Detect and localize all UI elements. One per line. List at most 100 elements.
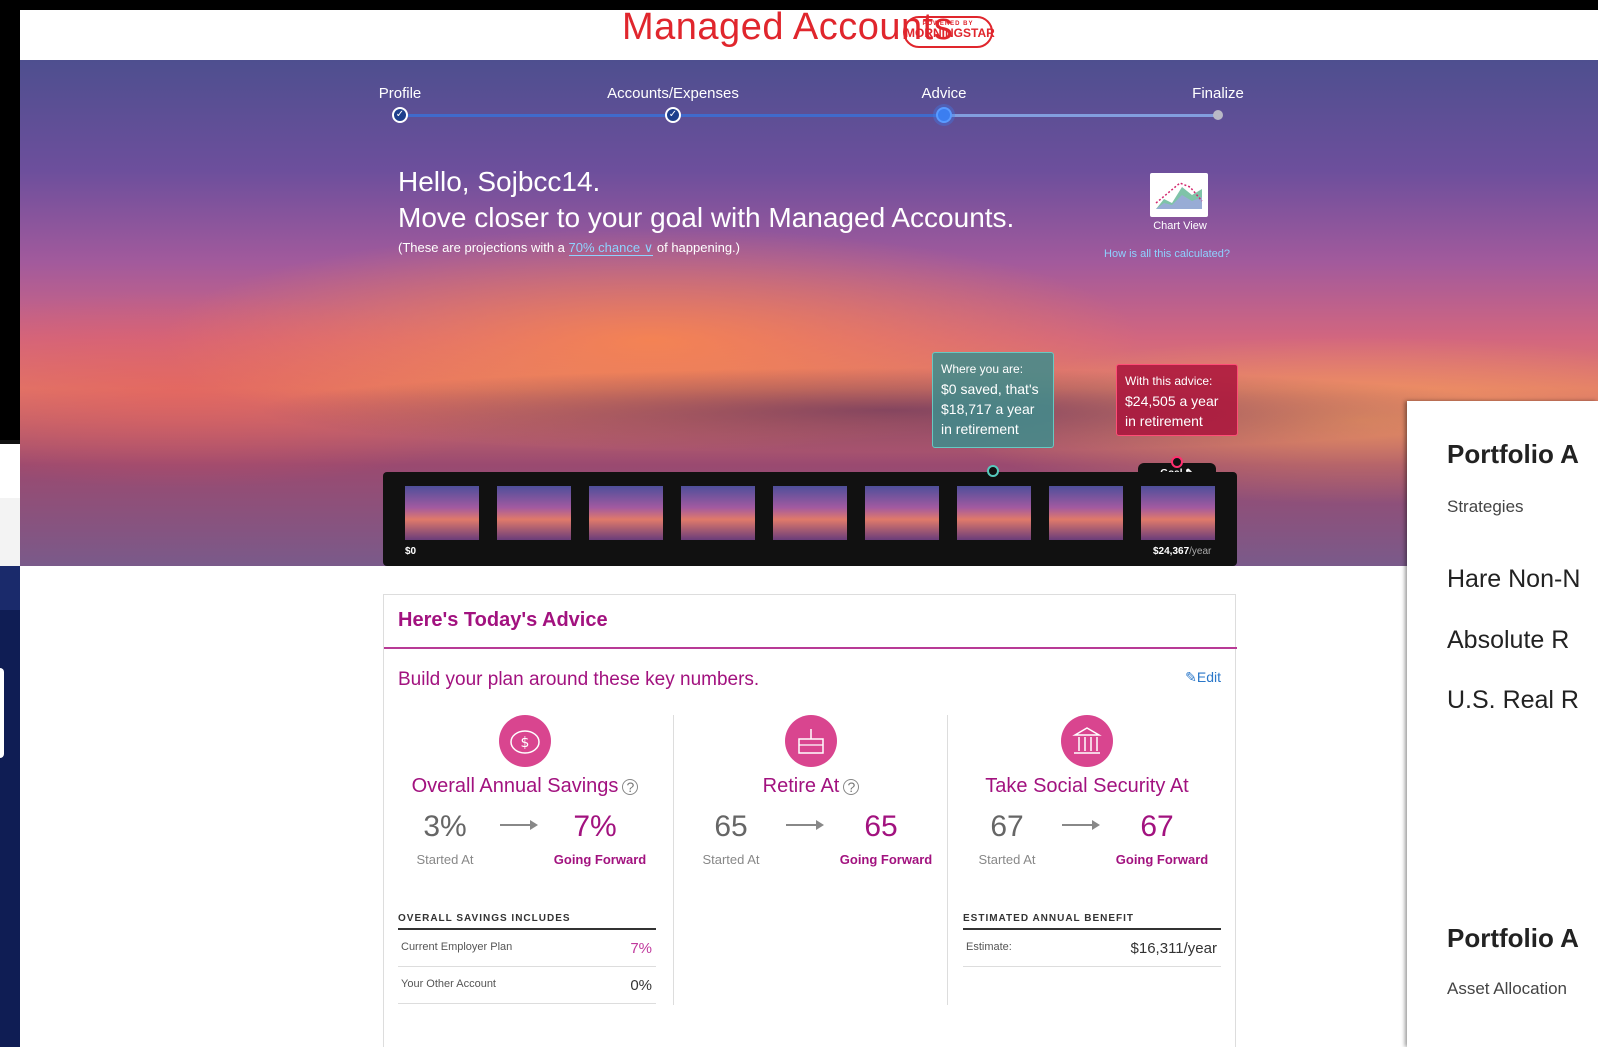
slider-thumbnail[interactable] [405, 486, 479, 540]
savings-summary: OVERALL SAVINGS INCLUDES Current Employe… [398, 913, 656, 1004]
summary-row-value: 0% [630, 977, 652, 994]
arrow-right-icon [500, 820, 538, 830]
slider-thumbnail[interactable] [957, 486, 1031, 540]
greeting: Hello, Sojbcc14. Move closer to your goa… [398, 164, 1014, 258]
step-advice[interactable]: Advice [916, 82, 972, 123]
strategy-item: Absolute R [1447, 626, 1570, 654]
summary-row: Your Other Account 0% [398, 967, 656, 1004]
svg-text:$: $ [521, 735, 530, 751]
chart-view-label: Chart View [1153, 220, 1207, 232]
summary-row-value: 7% [630, 940, 652, 957]
piggy-bank-glyph: $ [510, 730, 540, 754]
birthday-cake-icon [785, 715, 837, 767]
slider-thumbnail[interactable] [497, 486, 571, 540]
slider-thumbnail[interactable] [681, 486, 755, 540]
slider-thumbnail[interactable] [865, 486, 939, 540]
chevron-down-icon: ∨ [643, 240, 654, 255]
strategy-item: U.S. Real R [1447, 686, 1579, 714]
portfolio-heading: Portfolio A [1447, 923, 1579, 953]
step-accounts-expenses[interactable]: Accounts/Expenses ✓ [605, 82, 741, 123]
slider-max-label: $24,367/year [1153, 546, 1211, 557]
projection-note: (These are projections with a 70% chance… [398, 238, 1014, 258]
advice-card: Here's Today's Advice Build your plan ar… [383, 594, 1237, 1047]
step-finalize[interactable]: Finalize [1188, 82, 1248, 120]
chart-view-button[interactable] [1150, 173, 1208, 217]
with-advice-tooltip: With this advice: $24,505 a year in reti… [1116, 364, 1238, 436]
retire-start-value: 65 [714, 810, 748, 843]
strategies-label: Strategies [1447, 497, 1524, 516]
savings-heading: Overall Annual Savings? [390, 775, 660, 798]
step-label: Profile [378, 85, 422, 102]
chance-dropdown[interactable]: 70% chance ∨ [568, 240, 654, 256]
help-icon[interactable]: ? [843, 778, 860, 795]
morningstar-badge: POWERED BY MORNINGSTAR [903, 16, 995, 48]
summary-row: Current Employer Plan 7% [398, 930, 656, 967]
slider-thumbnail[interactable] [1049, 486, 1123, 540]
summary-row-value: $16,311/year [1130, 940, 1217, 957]
current-step-dot [936, 107, 952, 123]
summary-row-label: Your Other Account [401, 978, 496, 990]
slider-max-unit: /year [1189, 546, 1212, 557]
tooltip-text: $24,505 a year in retirement [1125, 393, 1219, 429]
chance-value: 70% chance [568, 240, 641, 255]
summary-row-label: Estimate: [966, 941, 1012, 953]
tooltip-heading: Where you are: [941, 362, 1024, 376]
advice-position-pin[interactable] [1171, 456, 1183, 468]
retire-column: Retire At? 65 65 Started At Going Forwar… [676, 715, 946, 870]
greeting-hello: Hello, Sojbcc14. [398, 166, 601, 197]
tooltip-heading: With this advice: [1125, 374, 1213, 388]
portfolio-heading: Portfolio A [1447, 439, 1579, 469]
bank-building-icon [1061, 715, 1113, 767]
greeting-message: Move closer to your goal with Managed Ac… [398, 202, 1015, 233]
arrow-right-icon [1062, 820, 1100, 830]
piggy-bank-icon: $ [499, 715, 551, 767]
step-label: Finalize [1192, 85, 1244, 102]
step-label: Accounts/Expenses [607, 85, 739, 102]
summary-row-label: Current Employer Plan [401, 941, 513, 953]
slider-thumbnail[interactable] [589, 486, 663, 540]
started-at-label: Started At [702, 852, 760, 867]
chart-icon [1155, 182, 1203, 209]
retire-heading: Retire At? [676, 775, 946, 798]
arrow-right-icon [786, 820, 824, 830]
retire-heading-text: Retire At [762, 775, 840, 797]
started-at-label: Started At [416, 852, 474, 867]
retire-forward-value: 65 [864, 810, 898, 843]
summary-caption: OVERALL SAVINGS INCLUDES [398, 913, 656, 930]
how-calculated-link[interactable]: How is all this calculated? [1060, 248, 1230, 260]
slider-thumbnail[interactable] [773, 486, 847, 540]
slider-thumbnail[interactable] [1141, 486, 1215, 540]
check-icon: ✓ [665, 107, 681, 123]
going-forward-label: Going Forward [553, 852, 647, 867]
slider-min-label: $0 [405, 546, 417, 557]
summary-caption: ESTIMATED ANNUAL BENEFIT [963, 913, 1221, 930]
going-forward-label: Going Forward [1115, 852, 1209, 867]
column-divider [947, 715, 948, 1005]
going-forward-label: Going Forward [839, 852, 933, 867]
progress-track-remaining [944, 114, 1217, 117]
savings-values: 3% 7% Started At Going Forward [390, 810, 660, 870]
savings-start-value: 3% [423, 810, 467, 843]
help-icon[interactable]: ? [622, 778, 639, 795]
asset-allocation-label: Asset Allocation [1447, 979, 1568, 998]
social-security-heading: Take Social Security At [985, 775, 1189, 797]
background-window-right: Portfolio A Strategies Hare Non-N Absolu… [1407, 401, 1598, 1047]
retirement-income-slider[interactable]: $0 $24,367/year [383, 472, 1237, 566]
column-divider [673, 715, 674, 1005]
retire-values: 65 65 Started At Going Forward [676, 810, 946, 870]
where-you-are-tooltip: Where you are: $0 saved, that's $18,717 … [932, 352, 1054, 448]
title-divider [384, 647, 1237, 649]
edit-label: Edit [1196, 669, 1221, 685]
edit-button[interactable]: ✎Edit [1185, 669, 1221, 686]
pending-step-dot [1213, 110, 1223, 120]
savings-column: $ Overall Annual Savings? 3% 7% Started … [390, 715, 660, 870]
step-profile[interactable]: Profile ✓ [372, 82, 428, 123]
strategy-item: Hare Non-N [1447, 565, 1581, 593]
savings-forward-value: 7% [573, 810, 617, 843]
advice-subtitle: Build your plan around these key numbers… [398, 669, 760, 690]
check-icon: ✓ [392, 107, 408, 123]
tooltip-text: $0 saved, that's $18,717 a year in retir… [941, 381, 1039, 437]
hero-banner: Profile ✓ Accounts/Expenses ✓ Advice Fin… [20, 60, 1598, 566]
current-position-pin[interactable] [987, 465, 999, 477]
bank-glyph [1072, 727, 1102, 754]
